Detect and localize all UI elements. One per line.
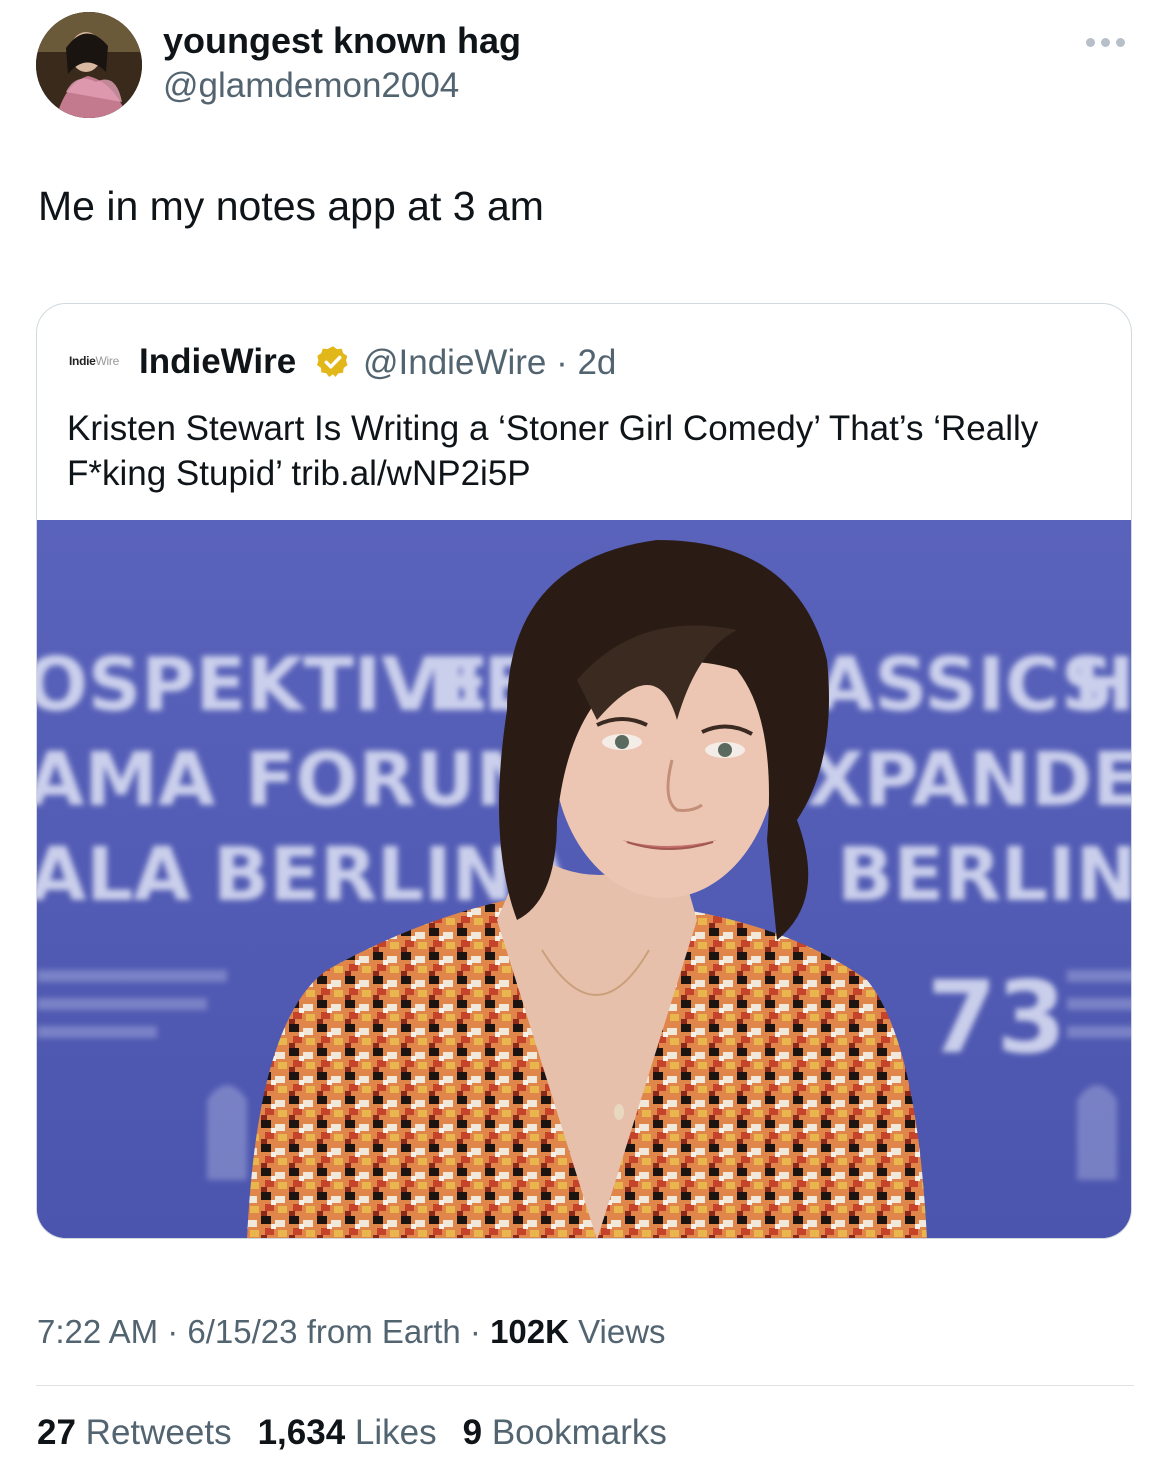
backdrop-text: BERLINALE [837, 832, 1132, 918]
divider [36, 1385, 1134, 1386]
more-horizontal-icon[interactable] [1086, 32, 1132, 52]
retweets-count: 27 [37, 1413, 76, 1452]
user-handle[interactable]: @glamdemon2004 [163, 66, 459, 106]
backdrop-text: OSPEKTIVE [37, 642, 489, 728]
likes-label: Likes [354, 1413, 437, 1452]
avatar-image [36, 12, 142, 118]
backdrop-text: 73 [927, 959, 1066, 1076]
quoted-photo[interactable]: OSPEKTIVE BE ASSICS HO AMA FORUM XPANDED… [37, 520, 1132, 1238]
logo-text: Indie [69, 354, 96, 368]
quoted-display-name[interactable]: IndieWire [139, 342, 296, 382]
likes-count: 1,634 [257, 1413, 346, 1452]
backdrop-text: AMA [37, 737, 215, 823]
bookmarks-stat[interactable]: 9 Bookmarks [463, 1413, 667, 1453]
tweet-timestamp: 7:22 AM · 6/15/23 from Earth · 102K View… [37, 1313, 666, 1350]
engagement-stats: 27 Retweets 1,634 Likes 9 Bookmarks [37, 1413, 667, 1453]
indiewire-logo: IndieWire [69, 354, 119, 368]
more-dot [1086, 37, 1095, 47]
more-dot [1116, 37, 1125, 47]
quoted-handle-time: @IndieWire · 2d [363, 343, 617, 382]
logo-text-light: Wire [95, 354, 120, 368]
backdrop-text: ALA [37, 832, 191, 918]
tweet-time[interactable]: 7:22 AM [37, 1313, 158, 1350]
portrait-image: OSPEKTIVE BE ASSICS HO AMA FORUM XPANDED… [37, 520, 1132, 1238]
bookmarks-count: 9 [462, 1413, 483, 1452]
quoted-tweet-text: Kristen Stewart Is Writing a ‘Stoner Gir… [67, 409, 1039, 493]
backdrop-text: XPANDED [807, 737, 1132, 823]
backdrop-text: ASSICS [817, 642, 1114, 728]
display-name[interactable]: youngest known hag [163, 20, 521, 62]
backdrop-text: HO [1073, 642, 1132, 728]
avatar[interactable] [36, 12, 142, 118]
retweets-label: Retweets [85, 1413, 232, 1452]
verified-badge-icon [316, 346, 348, 377]
more-dot [1101, 37, 1110, 47]
tweet-date[interactable]: 6/15/23 [187, 1313, 297, 1350]
quoted-tweet-card[interactable]: IndieWire IndieWire @IndieWire · 2d Kris… [36, 303, 1132, 1239]
bookmarks-label: Bookmarks [491, 1413, 667, 1452]
views-count: 102K [490, 1313, 569, 1350]
retweets-stat[interactable]: 27 Retweets [37, 1413, 232, 1453]
likes-stat[interactable]: 1,634 Likes [258, 1413, 437, 1453]
tweet-text: Me in my notes app at 3 am [38, 183, 544, 229]
tweet-source: from Earth [306, 1313, 461, 1350]
views-label: Views [578, 1313, 666, 1350]
